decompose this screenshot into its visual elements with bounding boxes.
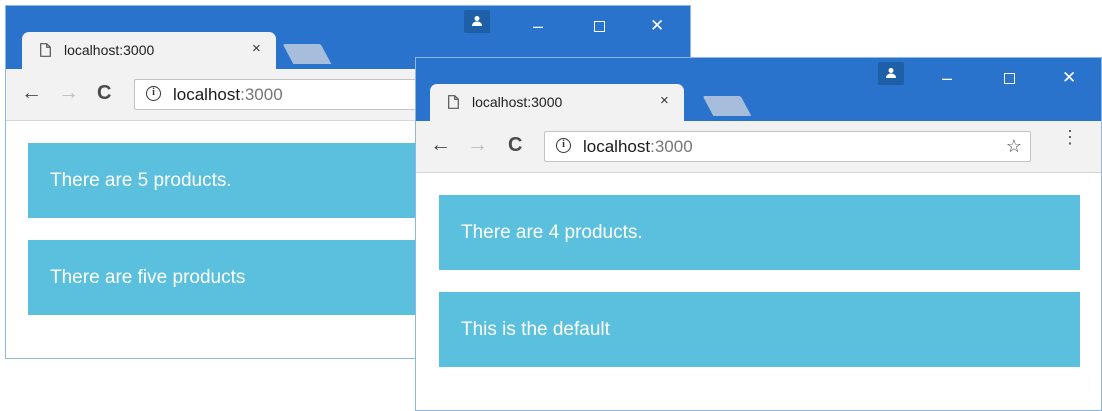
- tab-title: localhost:3000: [64, 42, 155, 58]
- tab-title: localhost:3000: [472, 94, 563, 110]
- browser-tab[interactable]: localhost:3000 ×: [430, 84, 684, 121]
- new-tab-button[interactable]: [282, 44, 332, 64]
- menu-icon[interactable]: ⋮: [1061, 128, 1079, 146]
- info-icon[interactable]: i: [556, 138, 571, 153]
- forward-button[interactable]: →: [58, 82, 79, 104]
- tab-close-icon[interactable]: ×: [252, 40, 261, 57]
- star-icon[interactable]: ☆: [1006, 136, 1022, 157]
- minimize-button[interactable]: –: [533, 16, 543, 36]
- product-count-panel: There are 4 products.: [439, 195, 1080, 270]
- page-icon: [448, 95, 459, 109]
- back-button[interactable]: ←: [430, 134, 451, 156]
- url-text: localhost:3000: [583, 137, 693, 156]
- browser-tab[interactable]: localhost:3000 ×: [22, 32, 276, 69]
- new-tab-button[interactable]: [702, 96, 752, 116]
- page-icon: [40, 43, 51, 57]
- default-message-panel: This is the default: [439, 292, 1080, 367]
- tab-close-icon[interactable]: ×: [660, 92, 669, 109]
- url-text: localhost:3000: [173, 85, 283, 104]
- info-icon[interactable]: i: [146, 86, 161, 101]
- browser-window-front: localhost:3000 × – ✕ ← → C i localhost:3…: [415, 57, 1102, 411]
- maximize-button[interactable]: [1004, 73, 1015, 84]
- close-window-button[interactable]: ✕: [1062, 68, 1076, 88]
- back-button[interactable]: ←: [21, 82, 42, 104]
- maximize-button[interactable]: [594, 21, 605, 32]
- browser-toolbar: ← → C i localhost:3000 ☆ ⋮: [416, 121, 1101, 173]
- reload-button[interactable]: C: [97, 82, 111, 104]
- close-window-button[interactable]: ✕: [650, 16, 664, 36]
- reload-button[interactable]: C: [508, 134, 522, 156]
- forward-button[interactable]: →: [467, 134, 488, 156]
- profile-icon[interactable]: [464, 10, 490, 33]
- address-bar[interactable]: i localhost:3000 ☆: [544, 131, 1031, 162]
- title-bar: localhost:3000 × – ✕: [416, 58, 1101, 121]
- minimize-button[interactable]: –: [942, 68, 952, 88]
- profile-icon[interactable]: [878, 62, 904, 85]
